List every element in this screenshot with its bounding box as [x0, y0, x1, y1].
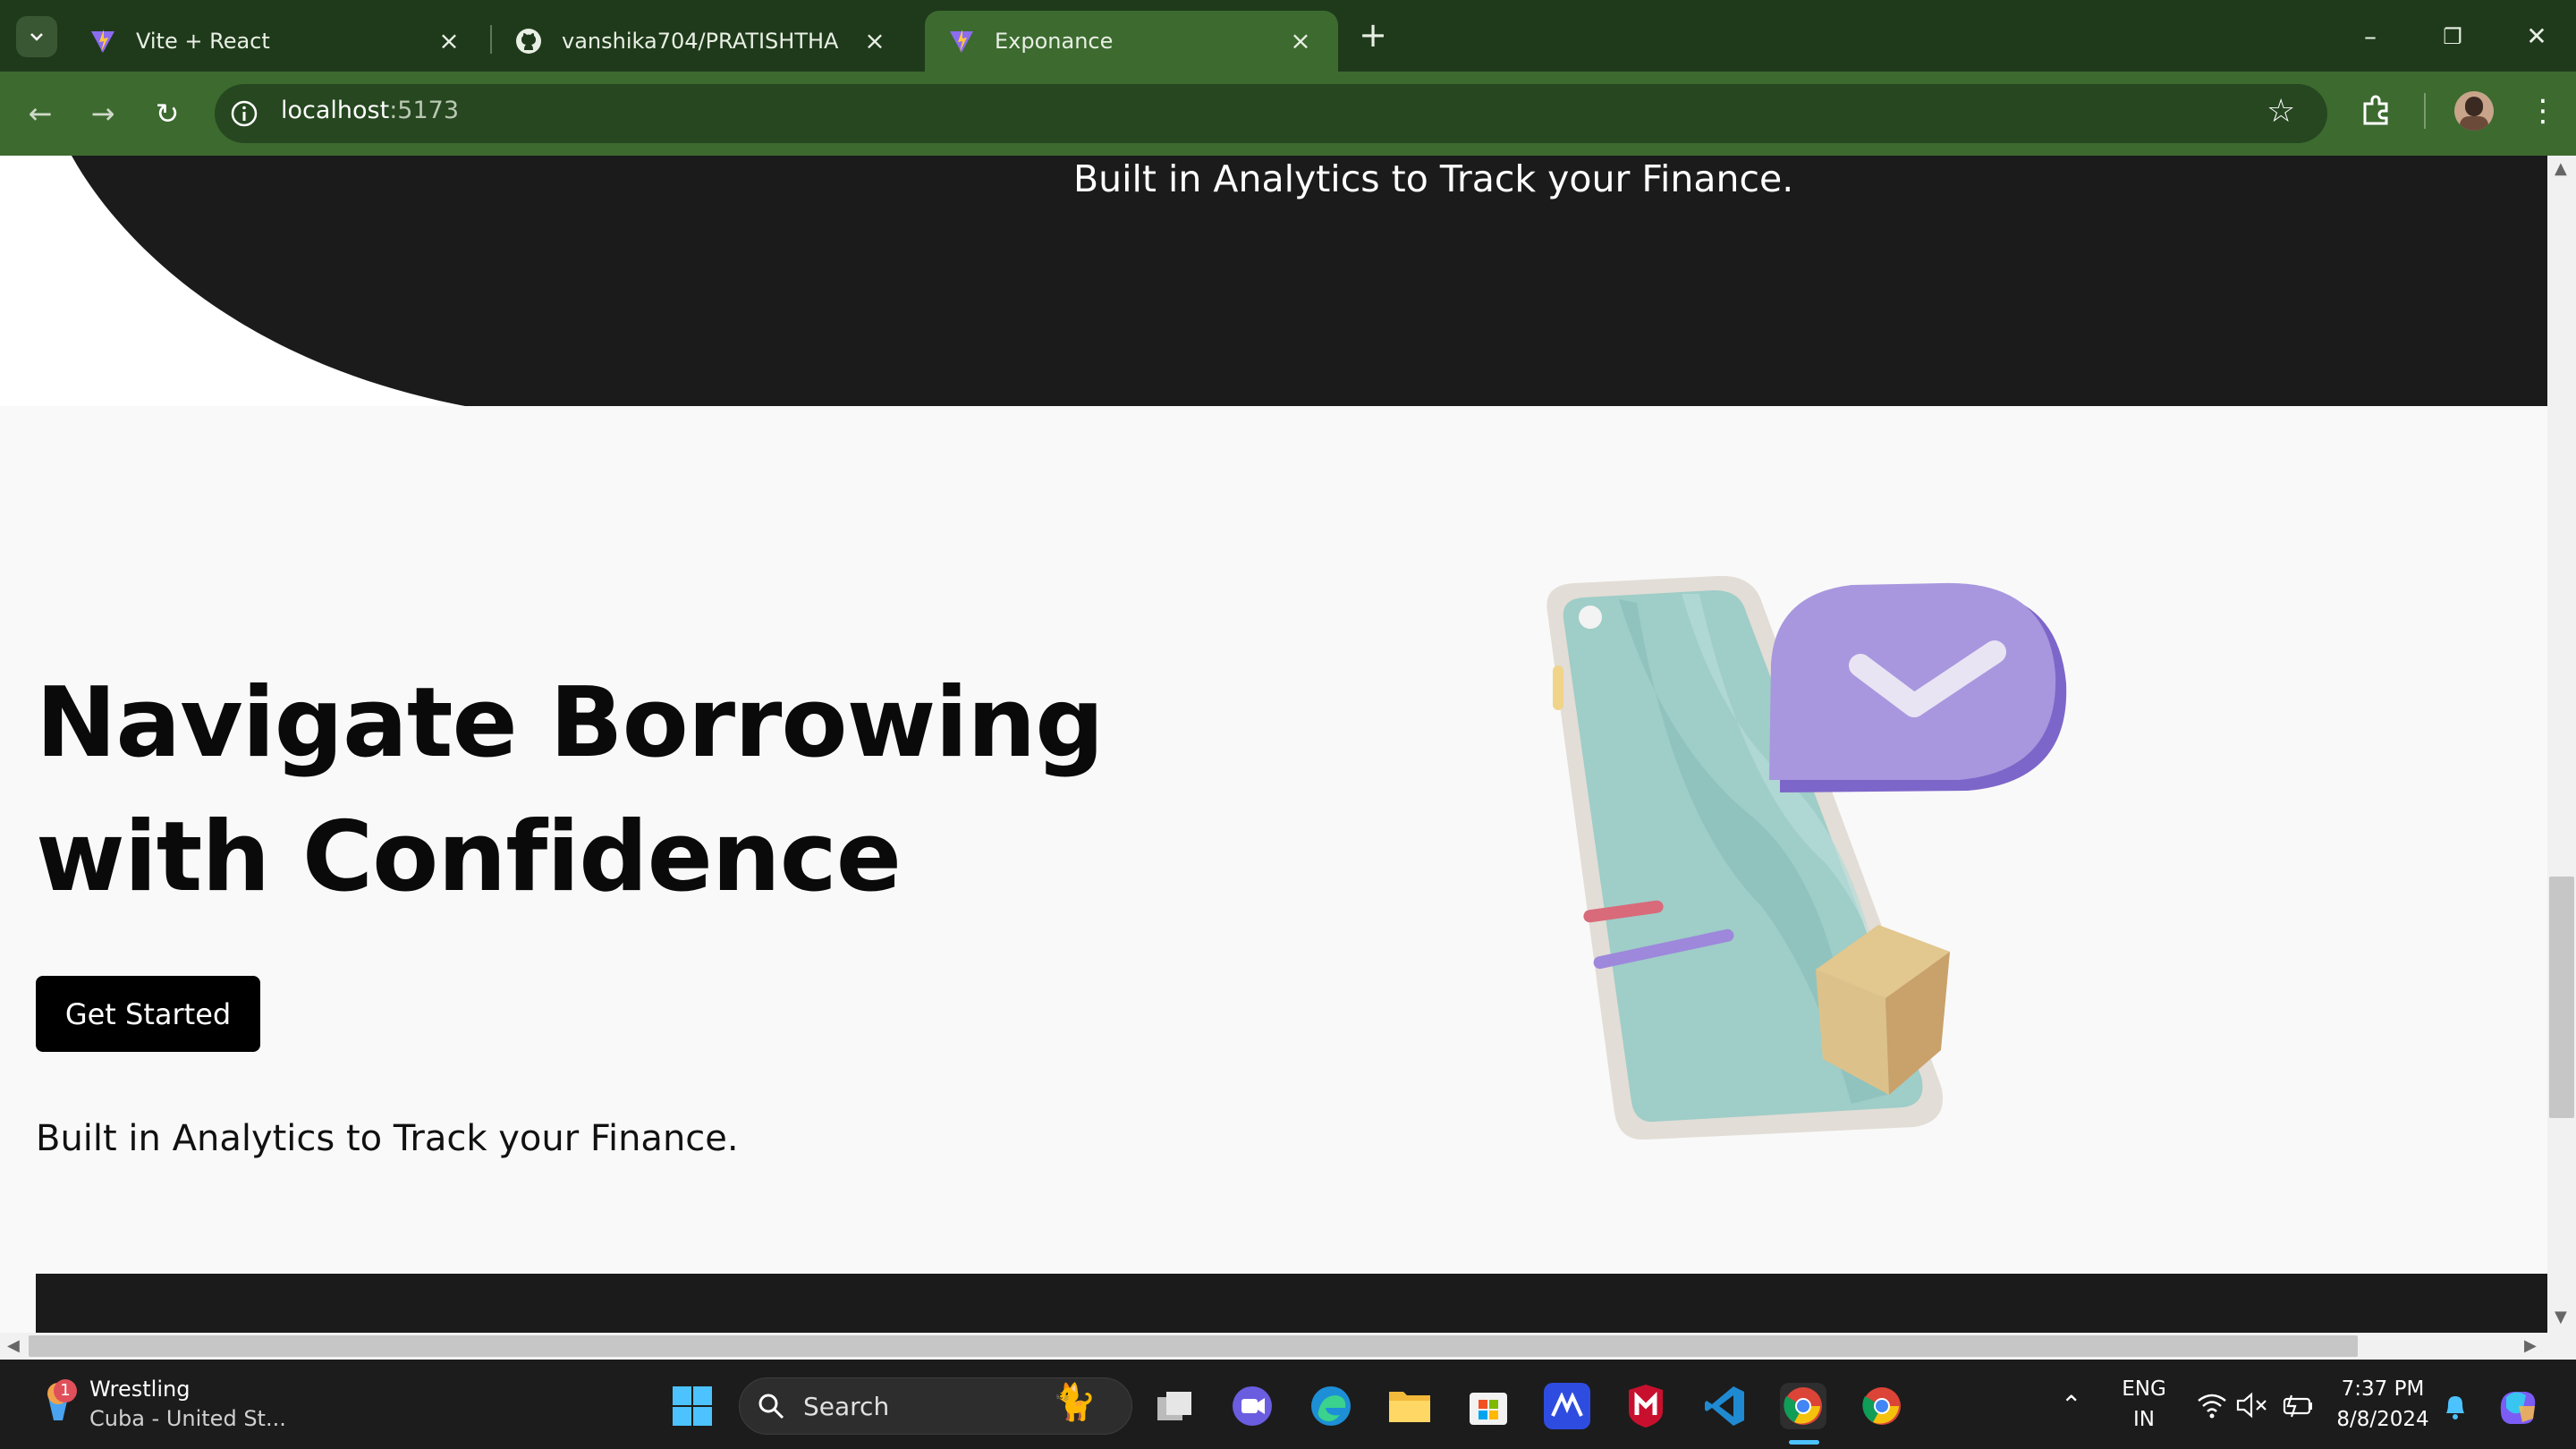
- new-tab-button[interactable]: +: [1352, 16, 1394, 57]
- vite-icon: [89, 28, 116, 55]
- clock-date[interactable]: 8/8/2024: [2329, 1408, 2436, 1431]
- vertical-scrollbar[interactable]: [2547, 156, 2576, 1333]
- language-code[interactable]: ENG: [2113, 1377, 2175, 1401]
- task-view-icon[interactable]: [1152, 1383, 1199, 1429]
- windows-taskbar: [0, 1360, 2576, 1449]
- close-tab-icon[interactable]: ×: [859, 25, 891, 57]
- vertical-scroll-thumb[interactable]: [2549, 877, 2574, 1118]
- scroll-down-arrow-icon[interactable]: ▼: [2555, 1308, 2567, 1326]
- widget-subtitle[interactable]: Cuba - United St...: [89, 1406, 286, 1431]
- restore-icon[interactable]: ❐: [2426, 14, 2479, 59]
- file-explorer-icon[interactable]: [1386, 1383, 1433, 1429]
- close-tab-icon[interactable]: ×: [1284, 25, 1317, 57]
- phone-checkmark-illustration: [1546, 575, 2067, 1140]
- search-label: Search: [803, 1392, 890, 1421]
- tab-exponance[interactable]: Exponance ×: [925, 11, 1338, 72]
- battery-charging-icon[interactable]: [2279, 1392, 2315, 1419]
- cat-search-highlight-icon: 🐈: [1052, 1382, 1097, 1423]
- chrome-icon[interactable]: [1859, 1383, 1905, 1429]
- back-arrow-icon[interactable]: ←: [20, 93, 61, 134]
- vscode-icon[interactable]: [1701, 1383, 1748, 1429]
- scroll-left-arrow-icon[interactable]: ◀: [7, 1336, 20, 1355]
- tab-github[interactable]: vanshika704/PRATISHTHA ×: [492, 11, 912, 72]
- wifi-icon[interactable]: [2197, 1392, 2227, 1419]
- chevron-down-icon: [30, 33, 43, 41]
- microsoft-store-icon[interactable]: [1465, 1383, 1512, 1429]
- close-window-icon[interactable]: ✕: [2510, 14, 2563, 59]
- scroll-right-arrow-icon[interactable]: ▶: [2524, 1336, 2537, 1355]
- url-port: :5173: [389, 97, 460, 124]
- language-region[interactable]: IN: [2113, 1408, 2175, 1431]
- hero-tagline: Built in Analytics to Track your Finance…: [1073, 157, 1794, 200]
- close-tab-icon[interactable]: ×: [433, 25, 465, 57]
- vite-icon: [948, 28, 975, 55]
- clock-time[interactable]: 7:37 PM: [2329, 1377, 2436, 1401]
- url-text: localhost:5173: [281, 97, 459, 124]
- bookmark-star-icon[interactable]: ☆: [2267, 93, 2295, 130]
- active-app-indicator: [1789, 1440, 1819, 1445]
- meet-chat-icon[interactable]: [1229, 1383, 1275, 1429]
- forward-arrow-icon[interactable]: →: [82, 93, 123, 134]
- notification-bell-icon[interactable]: [2442, 1392, 2469, 1422]
- mcafee-icon[interactable]: [1623, 1383, 1669, 1429]
- github-icon: [515, 28, 542, 55]
- address-bar[interactable]: localhost:5173 ☆: [215, 84, 2327, 143]
- tab-title: Vite + React: [136, 29, 270, 54]
- browser-menu-icon[interactable]: ⋮: [2528, 91, 2558, 131]
- minimize-icon[interactable]: –: [2343, 14, 2397, 59]
- get-started-button[interactable]: Get Started: [36, 976, 260, 1052]
- windows-start-icon[interactable]: [671, 1385, 714, 1428]
- hero-curve-shape: [0, 156, 465, 406]
- profile-avatar[interactable]: [2454, 91, 2494, 131]
- extensions-icon[interactable]: [2358, 93, 2394, 129]
- chrome-active-icon[interactable]: [1780, 1383, 1826, 1429]
- tab-search-button[interactable]: [16, 16, 57, 57]
- horizontal-scroll-thumb[interactable]: [29, 1335, 2358, 1357]
- notification-badge: 1: [54, 1379, 77, 1402]
- reload-icon[interactable]: ↻: [147, 93, 188, 134]
- widget-title[interactable]: Wrestling: [89, 1377, 190, 1402]
- speaker-muted-icon[interactable]: [2236, 1392, 2268, 1419]
- codeium-app-icon[interactable]: [1544, 1383, 1590, 1429]
- copilot-icon[interactable]: [2496, 1385, 2540, 1428]
- edge-browser-icon[interactable]: [1308, 1383, 1354, 1429]
- tray-overflow-chevron-icon[interactable]: ⌃: [2061, 1390, 2081, 1419]
- section-heading: Navigate Borrowing with Confidence: [36, 667, 1105, 913]
- search-icon: [758, 1394, 784, 1419]
- tab-vite-react[interactable]: Vite + React ×: [66, 11, 487, 72]
- section-tagline: Built in Analytics to Track your Finance…: [36, 1118, 739, 1159]
- next-section-dark-band: [36, 1274, 2547, 1333]
- url-host: localhost: [281, 97, 390, 124]
- scroll-up-arrow-icon[interactable]: ▲: [2555, 159, 2567, 178]
- tab-title: vanshika704/PRATISHTHA: [562, 29, 839, 54]
- page-viewport: Built in Analytics to Track your Finance…: [0, 156, 2547, 1333]
- weather-widget-icon[interactable]: 1: [36, 1379, 80, 1424]
- site-info-icon[interactable]: [229, 98, 259, 129]
- tab-title: Exponance: [995, 29, 1114, 54]
- toolbar-divider: [2424, 93, 2426, 129]
